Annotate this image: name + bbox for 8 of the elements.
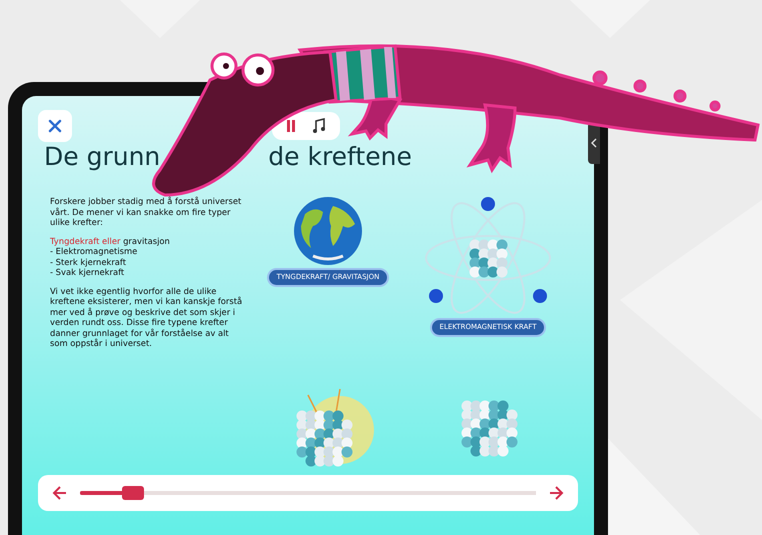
paragraph: Forskere jobber stadig med å forstå universet vårt. De mener vi kan snakke om fire typer ulike krefter: [50, 196, 242, 228]
slide-title: de kreftene [268, 142, 412, 172]
list-item: - Svak kjernekraft [50, 267, 126, 278]
slide-title: De grunn [44, 142, 160, 172]
list-item: - Sterk kjernekraft [50, 256, 127, 267]
list-item: Tyngdekraft eller gravitasjon [50, 236, 171, 246]
list-item: - Elektromagnetisme [50, 246, 138, 256]
paragraph: Vi vet ikke egentlig hvorfor alle de ulike kreftene eksisterer, men vi kan kanskje forstå mer ved å prøve og beskrive det som skjer i verden rundt oss. Disse fire typene krefter danner grunnlaget for vår forståelse av alt som oppstår i universet. [50, 286, 243, 348]
